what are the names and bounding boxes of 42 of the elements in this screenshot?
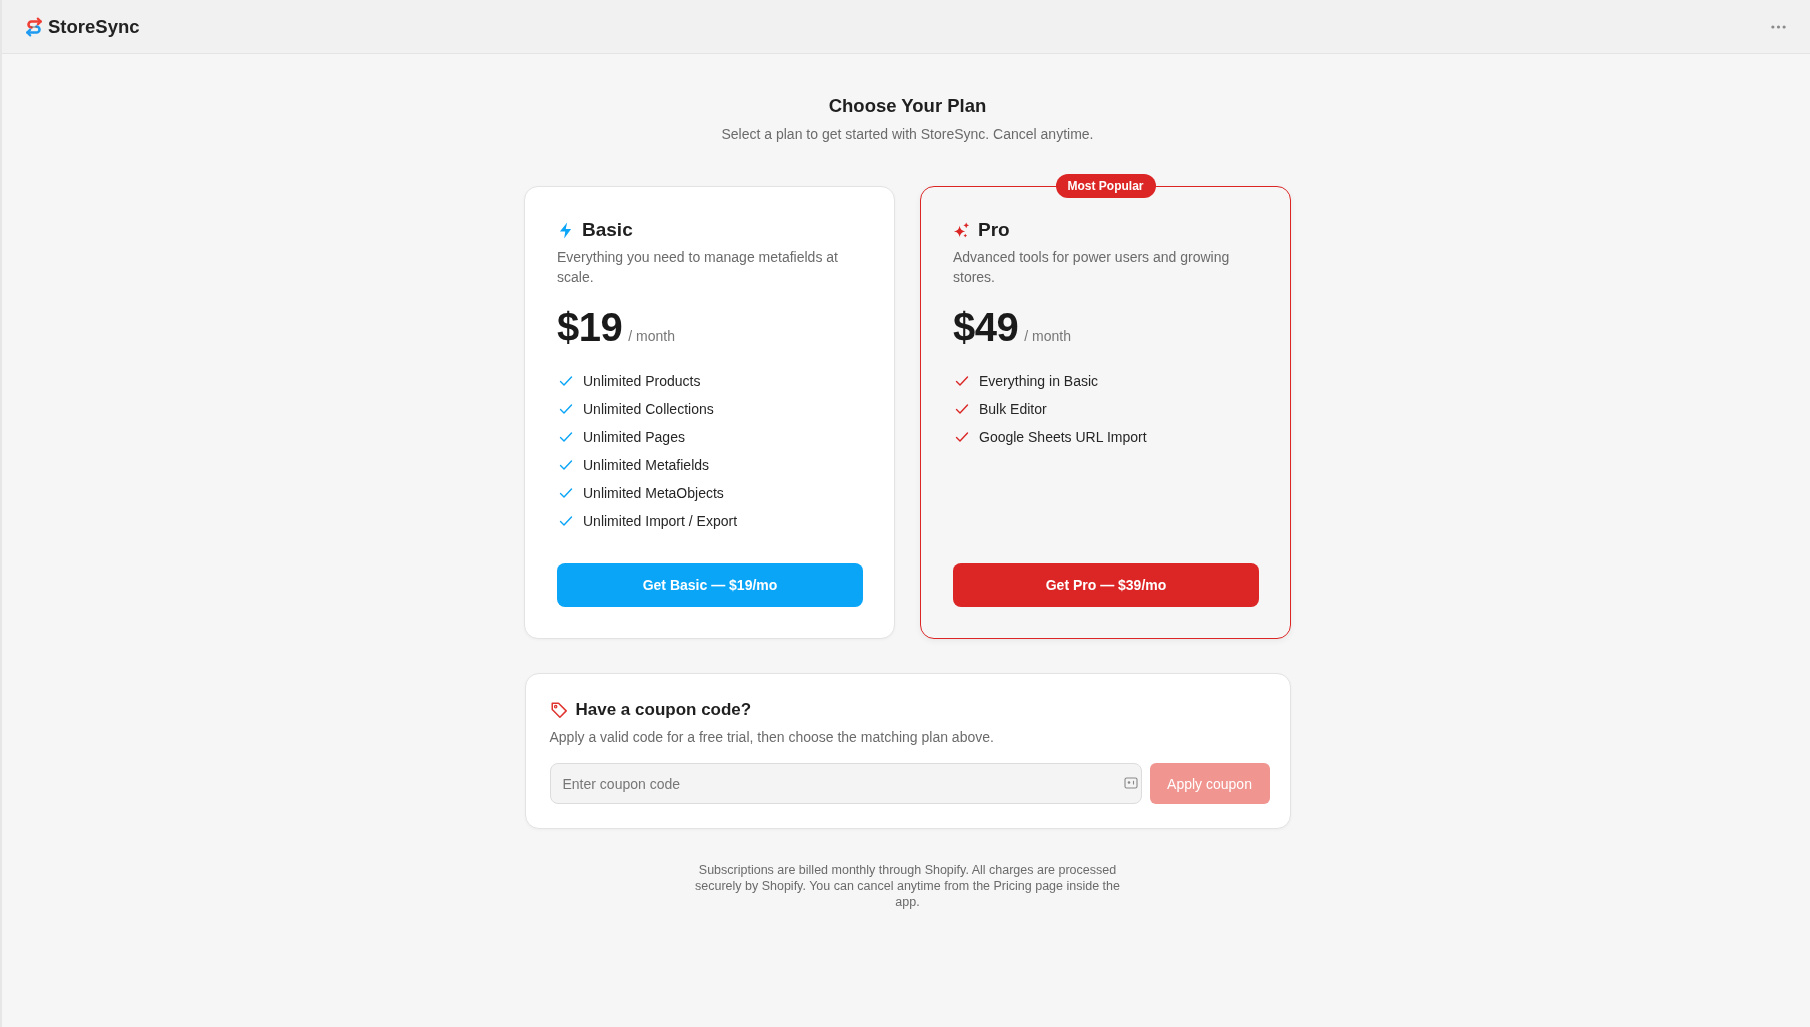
card-icon xyxy=(1123,776,1138,790)
coupon-input[interactable]: Enter coupon code xyxy=(549,763,1142,804)
check-icon xyxy=(955,374,969,388)
feature-text: Unlimited Import / Export xyxy=(583,512,738,531)
tag-icon xyxy=(549,701,568,719)
plan-name: Basic xyxy=(582,219,633,241)
feature-text: Unlimited Collections xyxy=(583,400,714,419)
page-title: Choose Your Plan xyxy=(828,94,987,118)
check-icon xyxy=(955,430,969,444)
feature-text: Everything in Basic xyxy=(979,372,1099,391)
check-icon xyxy=(559,458,573,472)
popular-badge: Most Popular xyxy=(1055,174,1156,198)
coupon-title: Have a coupon code? xyxy=(575,699,752,721)
feature-text: Unlimited MetaObjects xyxy=(583,484,724,503)
plan-description: Advanced tools for power users and growing stores. xyxy=(953,248,1231,287)
feature-text: Unlimited Pages xyxy=(583,428,685,447)
more-icon[interactable] xyxy=(1771,24,1786,29)
price-period: / month xyxy=(1024,328,1071,344)
app-name: StoreSync xyxy=(48,15,140,38)
logo-icon xyxy=(24,16,44,37)
plan-button[interactable]: Get Pro — $39/mo xyxy=(953,563,1259,607)
coupon-description: Apply a valid code for a free trial, then choose the matching plan above. xyxy=(549,728,995,747)
plan-price: $49 xyxy=(953,305,1019,349)
price-period: / month xyxy=(628,328,675,344)
check-icon xyxy=(559,514,573,528)
check-icon xyxy=(559,430,573,444)
feature-text: Unlimited Products xyxy=(583,372,701,391)
sparkle-icon xyxy=(953,221,970,239)
check-icon xyxy=(955,402,969,416)
page-subtitle: Select a plan to get started with StoreSync. Cancel anytime. xyxy=(721,125,1094,144)
check-icon xyxy=(559,374,573,388)
plan-price: $19 xyxy=(557,305,623,349)
check-icon xyxy=(559,402,573,416)
feature-text: Google Sheets URL Import xyxy=(979,428,1147,447)
plan-button[interactable]: Get Basic — $19/mo xyxy=(557,563,863,607)
feature-text: Unlimited Metafields xyxy=(583,456,710,475)
plan-description: Everything you need to manage metafields at scale. xyxy=(557,248,839,287)
check-icon xyxy=(559,486,573,500)
feature-text: Bulk Editor xyxy=(979,400,1047,419)
footer-note: Subscriptions are billed monthly through Shopify. All charges are processed securely by Shopify. You can cancel anytime from the Pricing page inside the app. xyxy=(694,862,1121,910)
plan-name: Pro xyxy=(978,219,1010,241)
bolt-icon xyxy=(557,221,574,239)
